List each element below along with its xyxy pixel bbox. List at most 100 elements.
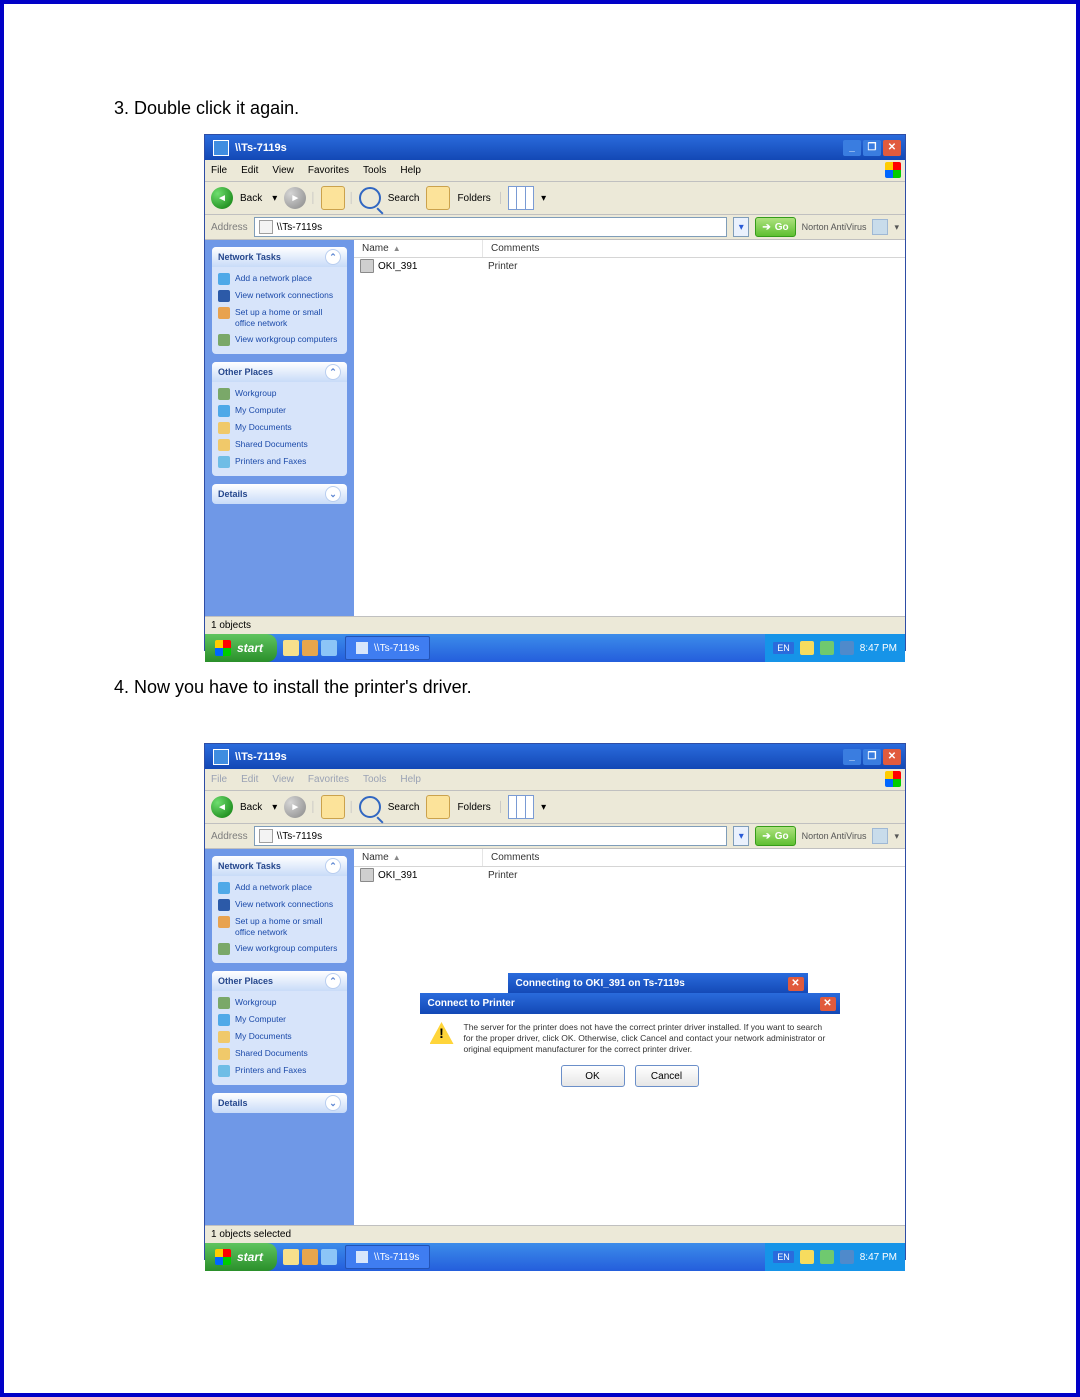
column-comments[interactable]: Comments bbox=[483, 849, 905, 866]
place-my-documents[interactable]: My Documents bbox=[218, 422, 341, 434]
ql-icon[interactable] bbox=[283, 1249, 299, 1265]
menu-view[interactable]: View bbox=[272, 165, 294, 176]
task-setup-network[interactable]: Set up a home or small office network bbox=[218, 916, 341, 938]
collapse-icon[interactable]: ⌃ bbox=[325, 858, 341, 874]
maximize-button[interactable]: ❐ bbox=[863, 749, 881, 765]
menu-file[interactable]: File bbox=[211, 774, 227, 785]
up-button[interactable] bbox=[321, 795, 345, 819]
collapse-icon[interactable]: ⌃ bbox=[325, 973, 341, 989]
task-view-workgroup[interactable]: View workgroup computers bbox=[218, 334, 341, 346]
collapse-icon[interactable]: ⌃ bbox=[325, 364, 341, 380]
close-icon[interactable]: ✕ bbox=[820, 997, 836, 1011]
back-button[interactable]: ◄ bbox=[211, 187, 233, 209]
minimize-button[interactable]: _ bbox=[843, 140, 861, 156]
task-view-connections[interactable]: View network connections bbox=[218, 290, 341, 302]
task-view-connections[interactable]: View network connections bbox=[218, 899, 341, 911]
place-printers[interactable]: Printers and Faxes bbox=[218, 1065, 341, 1077]
column-comments[interactable]: Comments bbox=[483, 240, 905, 257]
task-setup-network[interactable]: Set up a home or small office network bbox=[218, 307, 341, 329]
language-indicator[interactable]: EN bbox=[773, 1251, 794, 1263]
norton-dropdown[interactable]: ▾ bbox=[894, 222, 899, 233]
folders-icon[interactable] bbox=[426, 795, 450, 819]
forward-button[interactable]: ► bbox=[284, 796, 306, 818]
collapse-icon[interactable]: ⌃ bbox=[325, 249, 341, 265]
folders-icon[interactable] bbox=[426, 186, 450, 210]
folders-label[interactable]: Folders bbox=[454, 802, 493, 813]
go-button[interactable]: ➔ Go bbox=[755, 826, 795, 846]
address-dropdown[interactable]: ▾ bbox=[733, 826, 749, 846]
list-item-printer[interactable]: OKI_391 Printer bbox=[354, 258, 905, 274]
place-shared-documents[interactable]: Shared Documents bbox=[218, 439, 341, 451]
views-button[interactable] bbox=[508, 186, 534, 210]
search-icon[interactable] bbox=[359, 187, 381, 209]
ql-icon[interactable] bbox=[283, 640, 299, 656]
views-dropdown[interactable]: ▾ bbox=[538, 193, 549, 204]
folders-label[interactable]: Folders bbox=[454, 193, 493, 204]
minimize-button[interactable]: _ bbox=[843, 749, 861, 765]
list-item-printer[interactable]: OKI_391 Printer bbox=[354, 867, 905, 883]
up-button[interactable] bbox=[321, 186, 345, 210]
ql-icon[interactable] bbox=[302, 640, 318, 656]
ql-icon[interactable] bbox=[302, 1249, 318, 1265]
task-add-network-place[interactable]: Add a network place bbox=[218, 273, 341, 285]
go-button[interactable]: ➔ Go bbox=[755, 217, 795, 237]
place-my-computer[interactable]: My Computer bbox=[218, 1014, 341, 1026]
maximize-button[interactable]: ❐ bbox=[863, 140, 881, 156]
expand-icon[interactable]: ⌄ bbox=[325, 486, 341, 502]
expand-icon[interactable]: ⌄ bbox=[325, 1095, 341, 1111]
menu-tools[interactable]: Tools bbox=[363, 774, 386, 785]
place-my-computer[interactable]: My Computer bbox=[218, 405, 341, 417]
menu-tools[interactable]: Tools bbox=[363, 165, 386, 176]
norton-icon[interactable] bbox=[872, 828, 888, 844]
place-workgroup[interactable]: Workgroup bbox=[218, 388, 341, 400]
address-field[interactable]: \\Ts-7119s bbox=[254, 217, 728, 237]
tray-icon[interactable] bbox=[800, 641, 814, 655]
menu-edit[interactable]: Edit bbox=[241, 774, 258, 785]
close-button[interactable]: ✕ bbox=[883, 749, 901, 765]
menu-file[interactable]: File bbox=[211, 165, 227, 176]
ql-icon[interactable] bbox=[321, 640, 337, 656]
place-printers[interactable]: Printers and Faxes bbox=[218, 456, 341, 468]
cancel-button[interactable]: Cancel bbox=[635, 1065, 699, 1087]
tray-icon[interactable] bbox=[840, 1250, 854, 1264]
start-button[interactable]: start bbox=[205, 634, 277, 662]
tray-icon[interactable] bbox=[840, 641, 854, 655]
place-workgroup[interactable]: Workgroup bbox=[218, 997, 341, 1009]
tray-icon[interactable] bbox=[820, 641, 834, 655]
back-dropdown[interactable]: ▾ bbox=[269, 802, 280, 813]
menu-edit[interactable]: Edit bbox=[241, 165, 258, 176]
back-dropdown[interactable]: ▾ bbox=[269, 193, 280, 204]
search-label[interactable]: Search bbox=[385, 802, 423, 813]
views-dropdown[interactable]: ▾ bbox=[538, 802, 549, 813]
taskbar-task[interactable]: \\Ts-7119s bbox=[345, 1245, 430, 1269]
tray-icon[interactable] bbox=[820, 1250, 834, 1264]
place-shared-documents[interactable]: Shared Documents bbox=[218, 1048, 341, 1060]
norton-dropdown[interactable]: ▾ bbox=[894, 831, 899, 842]
place-my-documents[interactable]: My Documents bbox=[218, 1031, 341, 1043]
views-button[interactable] bbox=[508, 795, 534, 819]
norton-icon[interactable] bbox=[872, 219, 888, 235]
menu-favorites[interactable]: Favorites bbox=[308, 165, 349, 176]
menu-view[interactable]: View bbox=[272, 774, 294, 785]
task-add-network-place[interactable]: Add a network place bbox=[218, 882, 341, 894]
close-icon[interactable]: ✕ bbox=[788, 977, 804, 991]
search-label[interactable]: Search bbox=[385, 193, 423, 204]
address-field[interactable]: \\Ts-7119s bbox=[254, 826, 728, 846]
task-view-workgroup[interactable]: View workgroup computers bbox=[218, 943, 341, 955]
address-dropdown[interactable]: ▾ bbox=[733, 217, 749, 237]
taskbar-task[interactable]: \\Ts-7119s bbox=[345, 636, 430, 660]
start-button[interactable]: start bbox=[205, 1243, 277, 1271]
close-button[interactable]: ✕ bbox=[883, 140, 901, 156]
search-icon[interactable] bbox=[359, 796, 381, 818]
back-button[interactable]: ◄ bbox=[211, 796, 233, 818]
menu-help[interactable]: Help bbox=[400, 774, 421, 785]
menu-help[interactable]: Help bbox=[400, 165, 421, 176]
column-name[interactable]: Name▲ bbox=[354, 849, 483, 866]
column-name[interactable]: Name▲ bbox=[354, 240, 483, 257]
forward-button[interactable]: ► bbox=[284, 187, 306, 209]
language-indicator[interactable]: EN bbox=[773, 642, 794, 654]
ok-button[interactable]: OK bbox=[561, 1065, 625, 1087]
menu-favorites[interactable]: Favorites bbox=[308, 774, 349, 785]
tray-icon[interactable] bbox=[800, 1250, 814, 1264]
ql-icon[interactable] bbox=[321, 1249, 337, 1265]
